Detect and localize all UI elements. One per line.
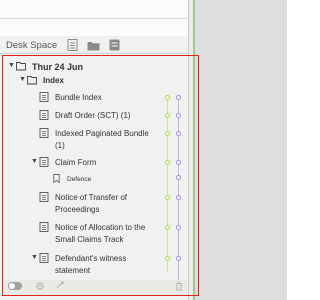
desk-space-label: Desk Space	[6, 39, 58, 51]
highlight-frame	[2, 55, 199, 296]
desk-space-toolbar: Desk Space	[6, 37, 128, 53]
main-panel-content	[195, 0, 287, 300]
note-icon[interactable]	[107, 39, 121, 51]
folder-icon[interactable]	[86, 39, 100, 51]
toolbar-divider	[0, 53, 188, 54]
document-icon[interactable]	[65, 39, 79, 51]
sidebar-header	[0, 0, 188, 36]
